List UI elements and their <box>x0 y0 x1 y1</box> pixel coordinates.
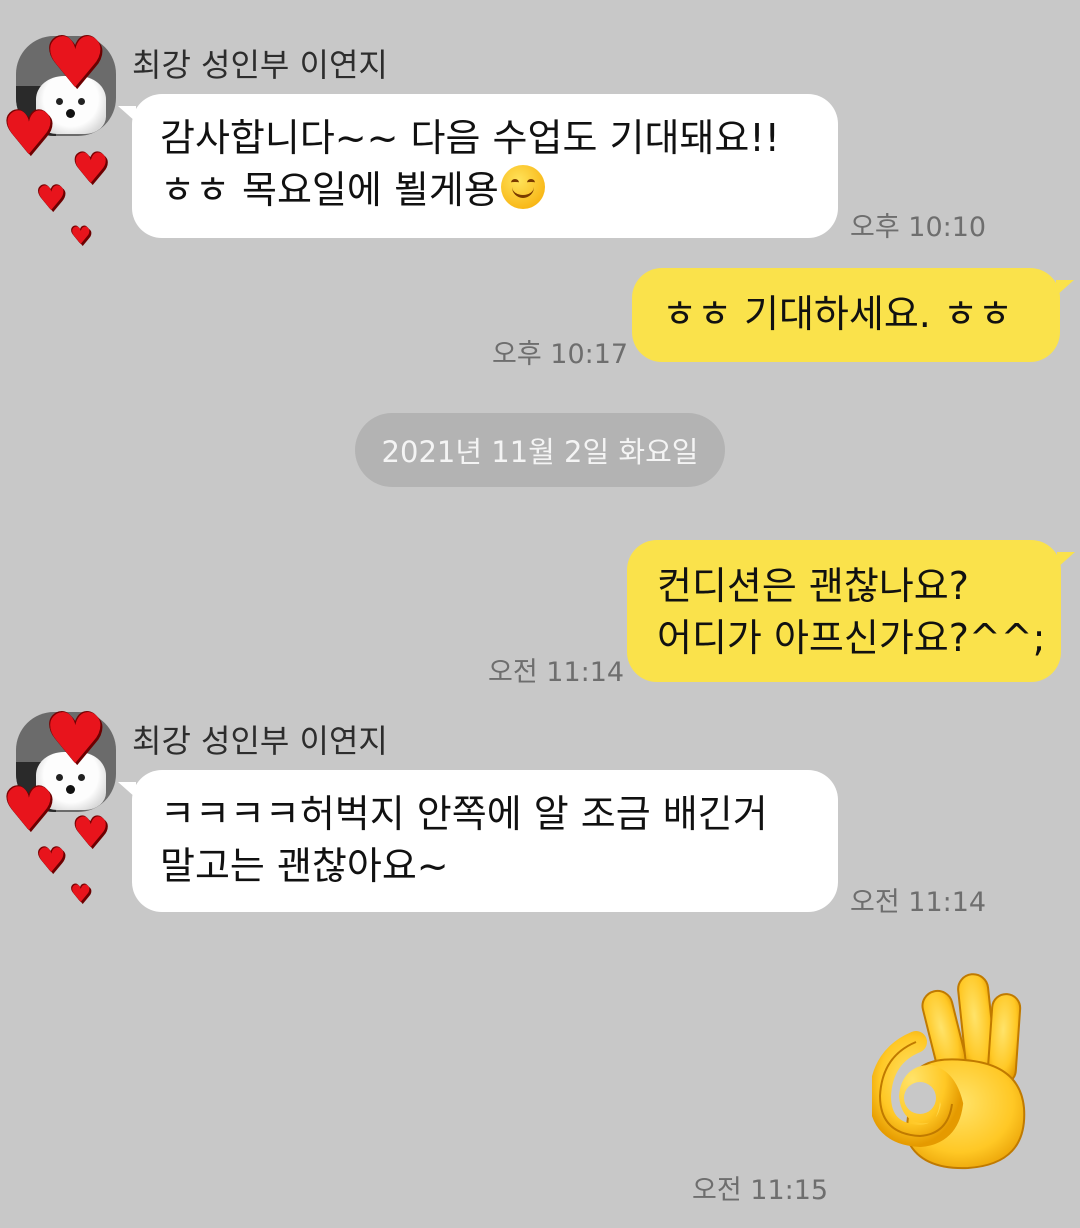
dog-photo <box>36 752 106 810</box>
heart-icon: ♥ <box>70 222 92 250</box>
heart-icon: ♥ <box>70 880 92 908</box>
heart-icon: ♥ <box>36 179 67 219</box>
heart-icon: ♥ <box>72 808 110 857</box>
message-text: ㅎㅎ 기대하세요. ㅎㅎ <box>662 292 1013 336</box>
message-time: 오전 11:14 <box>488 657 625 688</box>
message-text: 어디가 아프신가요?^^; <box>657 616 1046 660</box>
message-bubble[interactable]: 감사합니다~~ 다음 수업도 기대돼요!! ㅎㅎ 목요일에 뵐게용 <box>118 94 838 238</box>
heart-icon: ♥ <box>72 144 110 193</box>
message-text: ㅎㅎ 목요일에 뵐게용 <box>160 168 499 212</box>
avatar[interactable] <box>16 36 116 136</box>
sender-name: 최강 성인부 이연지 <box>132 722 388 760</box>
date-divider: 2021년 11월 2일 화요일 <box>355 413 725 487</box>
message-text: 컨디션은 괜찮나요? <box>657 564 969 608</box>
message-text: 감사합니다~~ 다음 수업도 기대돼요!! <box>160 116 780 160</box>
smiling-face-icon <box>500 165 545 209</box>
chat-room: ♥ ♥ ♥ ♥ ♥ 최강 성인부 이연지 감사합니다~~ 다음 수업도 기대돼요… <box>0 0 1080 1228</box>
message-time: 오전 11:15 <box>692 1175 829 1206</box>
message-bubble[interactable]: ㅋㅋㅋㅋ허벅지 안쪽에 알 조금 배긴거 말고는 괜찮아요~ <box>118 770 838 912</box>
avatar[interactable] <box>16 712 116 812</box>
heart-icon: ♥ <box>36 841 67 881</box>
dog-photo <box>36 76 106 134</box>
message-text: 말고는 괜찮아요~ <box>160 844 449 888</box>
ok-hand-icon[interactable] <box>872 968 1032 1174</box>
message-time: 오전 11:14 <box>850 887 987 918</box>
message-time: 오후 10:10 <box>850 212 987 243</box>
message-bubble[interactable]: 컨디션은 괜찮나요? 어디가 아프신가요?^^; <box>627 540 1075 682</box>
sender-name: 최강 성인부 이연지 <box>132 46 388 84</box>
message-bubble[interactable]: ㅎㅎ 기대하세요. ㅎㅎ <box>632 268 1074 362</box>
message-time: 오후 10:17 <box>492 339 629 370</box>
message-text: ㅋㅋㅋㅋ허벅지 안쪽에 알 조금 배긴거 <box>160 792 768 836</box>
